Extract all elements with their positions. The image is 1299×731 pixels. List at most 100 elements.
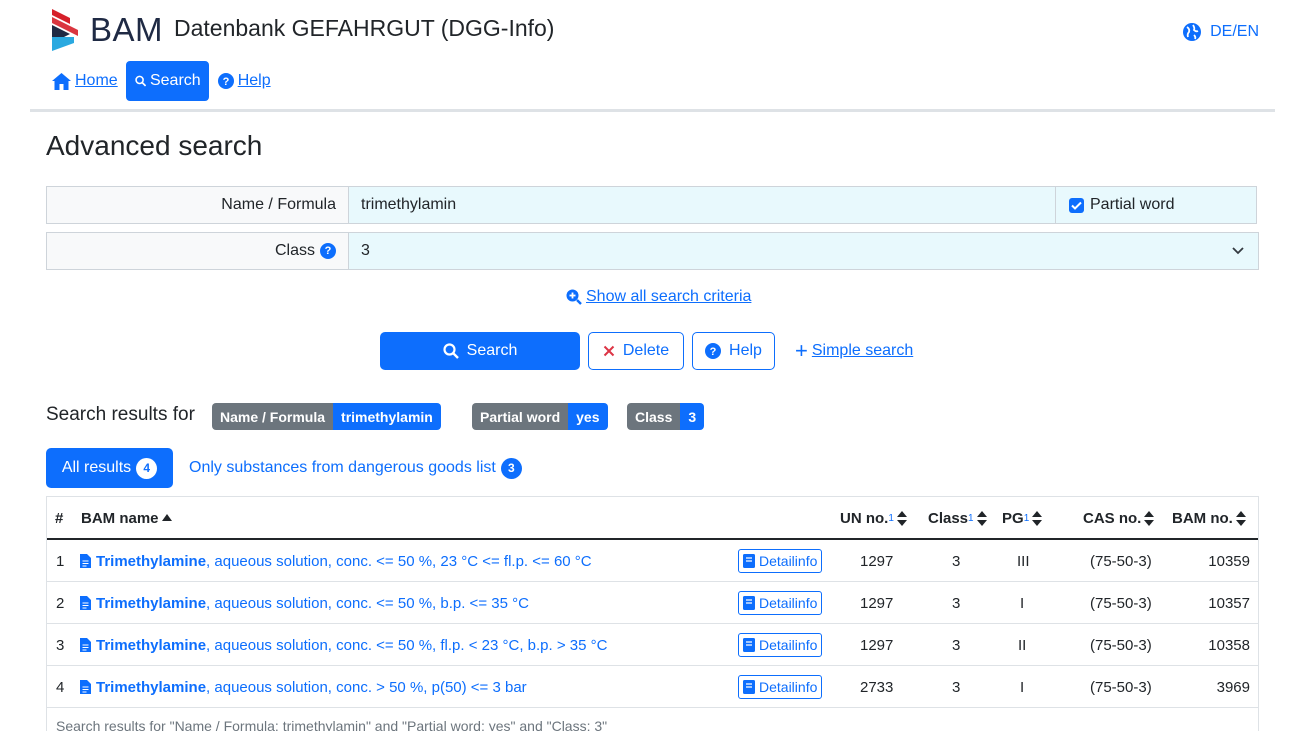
simple-search-link[interactable]: + Simple search: [795, 338, 913, 363]
row-cas: (75-50-3): [1090, 636, 1152, 654]
language-label: DE/EN: [1210, 23, 1259, 40]
row-bam: 10357: [1208, 594, 1250, 612]
col-class-label: Class: [928, 509, 969, 527]
row-name-rest: , aqueous solution, conc. <= 50 %, fl.p.…: [206, 636, 608, 654]
row-name-link[interactable]: Trimethylamine, aqueous solution, conc. …: [80, 540, 592, 582]
help-icon: ?: [217, 73, 234, 89]
filter-tag-value: trimethylamin: [333, 403, 441, 430]
plus-icon: +: [795, 338, 808, 363]
nav-help-label: Help: [237, 72, 271, 89]
document-icon: [80, 638, 91, 652]
row-name-link[interactable]: Trimethylamine, aqueous solution, conc. …: [80, 666, 527, 708]
class-help-icon[interactable]: ?: [320, 243, 336, 259]
row-class: 3: [952, 552, 961, 570]
detailinfo-button[interactable]: Detailinfo: [738, 633, 823, 657]
col-cas-header[interactable]: CAS no.: [1083, 497, 1155, 539]
row-bam: 3969: [1216, 678, 1250, 696]
row-cas: (75-50-3): [1090, 594, 1152, 612]
class-label: Class: [274, 242, 315, 259]
book-icon: [743, 554, 755, 568]
table-row: 2 Trimethylamine, aqueous solution, conc…: [47, 582, 1258, 624]
svg-text:?: ?: [222, 76, 229, 88]
row-name-bold: Trimethylamine: [96, 594, 207, 612]
filter-tag-partial: Partial word yes: [472, 403, 608, 430]
name-formula-label: Name / Formula: [47, 187, 349, 223]
language-switcher[interactable]: DE/EN: [1182, 22, 1259, 42]
col-un-label: UN no.: [840, 509, 889, 527]
class-label-cell: Class ?: [47, 233, 349, 269]
col-pg-header[interactable]: PG 1: [1002, 497, 1043, 539]
row-pg: I: [1020, 678, 1025, 696]
delete-button[interactable]: Delete: [588, 332, 684, 370]
row-un: 1297: [860, 552, 894, 570]
nav-help[interactable]: ? Help: [217, 72, 271, 90]
nav-search[interactable]: Search: [125, 61, 209, 101]
nav-home-label: Home: [75, 72, 118, 89]
sort-icon: [1235, 510, 1246, 526]
name-formula-row: Name / Formula trimethylamin Partial wor…: [46, 186, 1257, 224]
class-select[interactable]: 3: [349, 233, 1258, 269]
detailinfo-button[interactable]: Detailinfo: [738, 549, 823, 573]
tab-all-results-label: All results: [61, 459, 132, 476]
row-index: 1: [56, 552, 65, 570]
row-un: 1297: [860, 594, 894, 612]
results-heading: Search results for: [46, 404, 195, 425]
help-button[interactable]: ? Help: [692, 332, 775, 370]
partial-word-toggle[interactable]: Partial word: [1056, 187, 1256, 223]
col-bam-header[interactable]: BAM no.: [1172, 497, 1246, 539]
filter-tag-value: yes: [568, 403, 608, 430]
close-icon: [603, 345, 615, 357]
nav-home[interactable]: Home: [52, 72, 118, 90]
table-row: 1 Trimethylamine, aqueous solution, conc…: [47, 540, 1258, 582]
header-divider: [30, 109, 1275, 112]
nav-search-label: Search: [149, 72, 201, 89]
tab-all-results[interactable]: All results 4: [46, 448, 173, 488]
col-name-header[interactable]: BAM name: [81, 497, 172, 539]
tab-dangerous-goods[interactable]: Only substances from dangerous goods lis…: [189, 448, 522, 488]
row-class: 3: [952, 636, 961, 654]
col-un-header[interactable]: UN no. 1: [840, 497, 907, 539]
footnote-mark: 1: [1023, 512, 1030, 524]
footnote-mark: 1: [968, 512, 974, 524]
row-cas: (75-50-3): [1090, 678, 1152, 696]
chevron-down-icon: [1232, 247, 1244, 255]
col-class-header[interactable]: Class 1: [928, 497, 987, 539]
search-button[interactable]: Search: [380, 332, 580, 370]
col-cas-label: CAS no.: [1083, 509, 1142, 527]
partial-word-checkbox[interactable]: [1069, 197, 1084, 213]
help-icon: ?: [705, 343, 722, 359]
search-icon: [134, 75, 146, 87]
detailinfo-button[interactable]: Detailinfo: [738, 675, 823, 699]
svg-text:?: ?: [710, 346, 717, 358]
bam-logo[interactable]: BAM: [52, 9, 163, 51]
tab-all-results-count: 4: [136, 457, 158, 479]
detailinfo-button[interactable]: Detailinfo: [738, 591, 823, 615]
main-nav: Home Search ? Help: [52, 61, 271, 101]
row-name-rest: , aqueous solution, conc. <= 50 %, b.p. …: [206, 594, 529, 612]
row-name-link[interactable]: Trimethylamine, aqueous solution, conc. …: [80, 624, 607, 666]
zoom-in-icon: [566, 289, 582, 305]
footnote-mark: 1: [888, 512, 894, 524]
class-row: Class ? 3: [46, 232, 1259, 270]
show-all-criteria-link[interactable]: Show all search criteria: [566, 288, 751, 306]
detailinfo-label: Detailinfo: [759, 679, 818, 695]
class-select-value: 3: [361, 242, 370, 259]
document-icon: [80, 596, 91, 610]
filter-tag-key: Partial word: [472, 403, 569, 430]
row-index: 4: [56, 678, 65, 696]
col-index-header: #: [55, 509, 64, 527]
detailinfo-label: Detailinfo: [759, 553, 818, 569]
sort-icon: [1032, 510, 1043, 526]
filter-tag-name: Name / Formula trimethylamin: [212, 403, 441, 430]
row-un: 2733: [860, 678, 894, 696]
globe-icon: [1183, 23, 1202, 41]
tab-dangerous-goods-label: Only substances from dangerous goods lis…: [189, 459, 496, 476]
sort-icon: [896, 510, 907, 526]
search-icon: [443, 343, 459, 359]
name-formula-input[interactable]: trimethylamin: [349, 187, 1056, 223]
bam-logo-icon: [52, 9, 78, 51]
row-name-link[interactable]: Trimethylamine, aqueous solution, conc. …: [80, 582, 529, 624]
row-pg: I: [1020, 594, 1025, 612]
tab-dangerous-goods-count: 3: [500, 457, 522, 479]
row-cas: (75-50-3): [1090, 552, 1152, 570]
